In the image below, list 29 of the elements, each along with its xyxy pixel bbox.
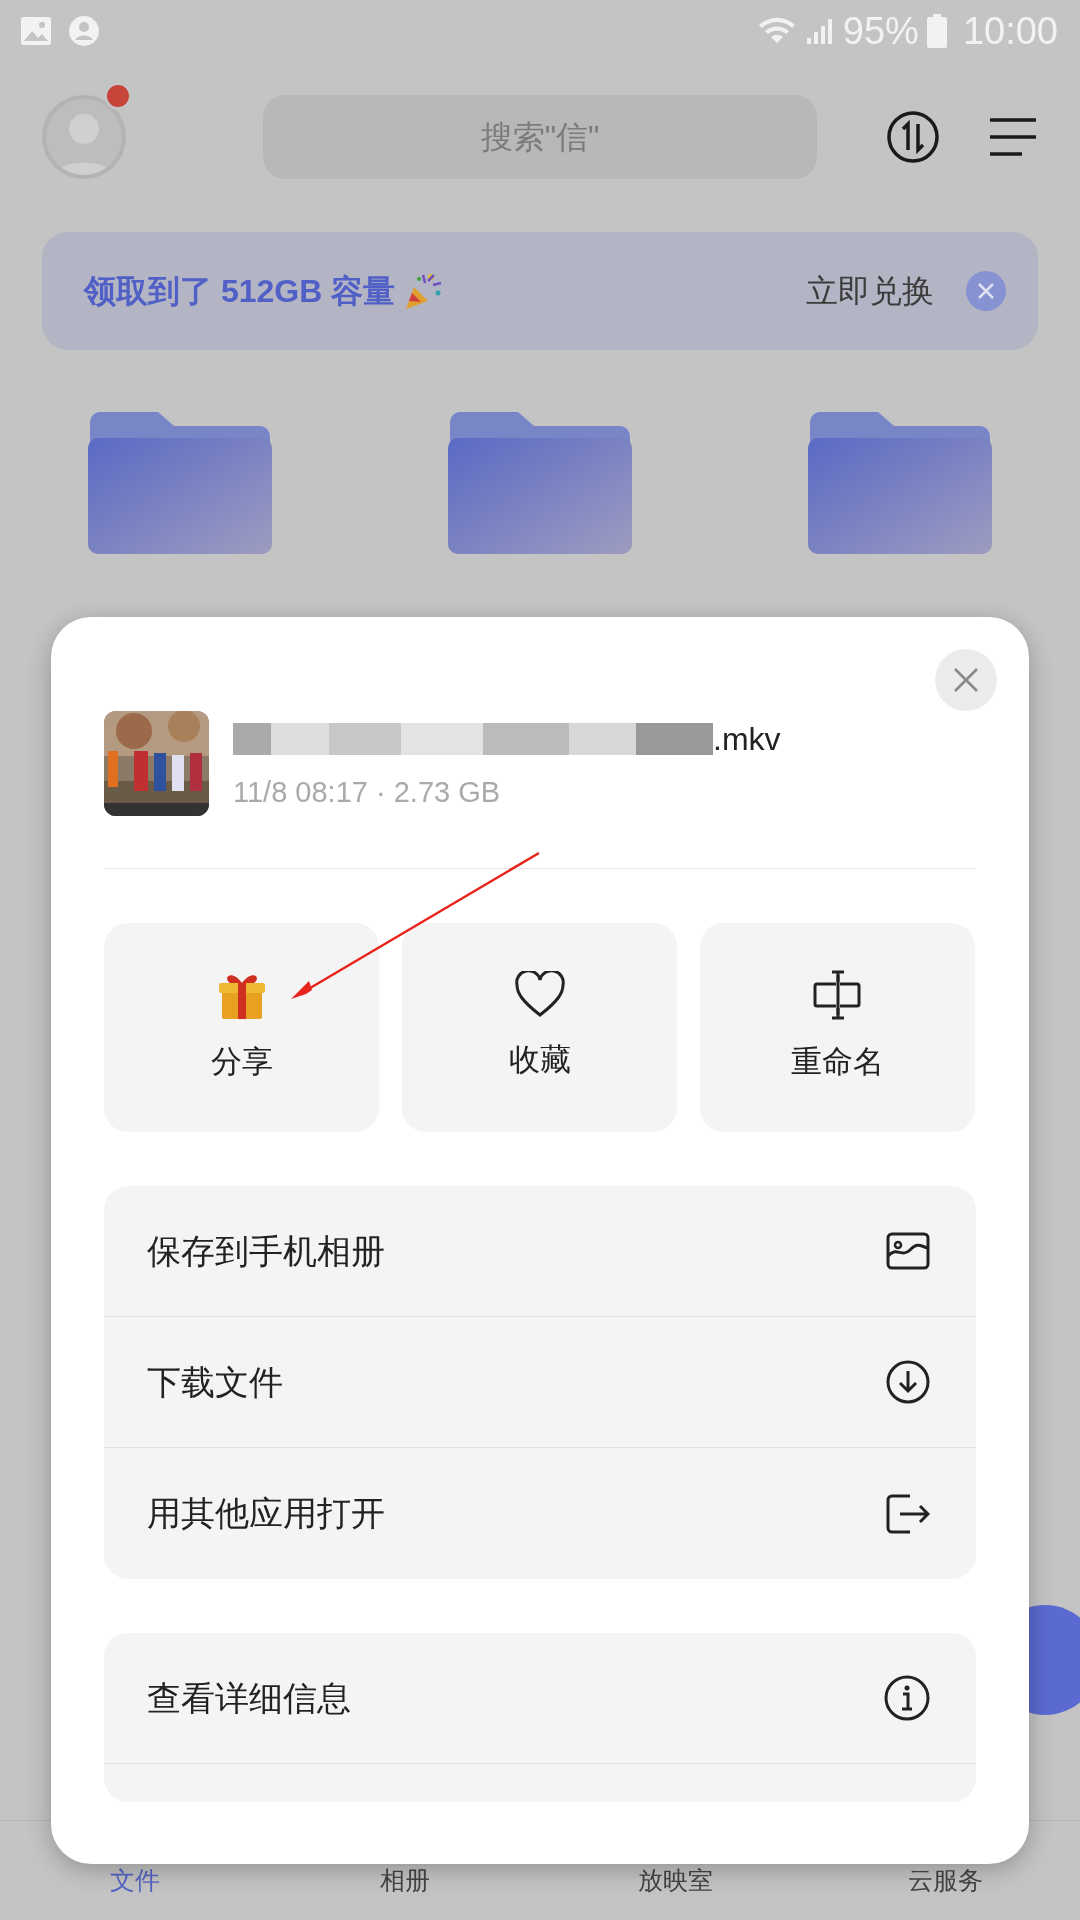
menu-icon[interactable] <box>988 117 1038 157</box>
action-button[interactable]: 收藏 <box>402 923 677 1132</box>
action-button[interactable]: 重命名 <box>700 923 975 1132</box>
signal-icon <box>804 16 835 46</box>
transfer-icon[interactable] <box>886 110 940 164</box>
account-icon <box>68 15 100 47</box>
file-extension: .mkv <box>713 720 781 759</box>
search-field[interactable]: 搜索"信" <box>263 95 817 179</box>
info-icon <box>884 1675 930 1721</box>
rename-icon <box>811 969 864 1022</box>
menu-item[interactable]: 保存到手机相册 <box>104 1186 976 1317</box>
banner-text: 领取到了 512GB 容量 <box>84 272 396 311</box>
action-button[interactable]: 分享 <box>104 923 379 1132</box>
redeem-link[interactable]: 立即兑换 <box>806 267 934 315</box>
exit-icon <box>886 1493 930 1534</box>
close-icon <box>953 667 979 693</box>
image-icon <box>886 1232 930 1270</box>
promo-banner[interactable]: 领取到了 512GB 容量 立即兑换 <box>42 232 1038 350</box>
menu-item[interactable]: 查看详细信息 <box>104 1633 976 1764</box>
party-popper-icon <box>403 271 444 311</box>
download-icon <box>886 1360 930 1404</box>
heart-icon <box>513 971 566 1020</box>
menu-item[interactable]: 用其他应用打开 <box>104 1448 976 1579</box>
menu-item[interactable]: 下载文件 <box>104 1317 976 1448</box>
gallery-icon <box>20 16 52 46</box>
close-icon <box>977 282 995 300</box>
close-button[interactable] <box>966 271 1006 311</box>
battery-icon <box>926 14 947 48</box>
file-meta: 11/8 08:17 · 2.73 GB <box>233 775 502 810</box>
